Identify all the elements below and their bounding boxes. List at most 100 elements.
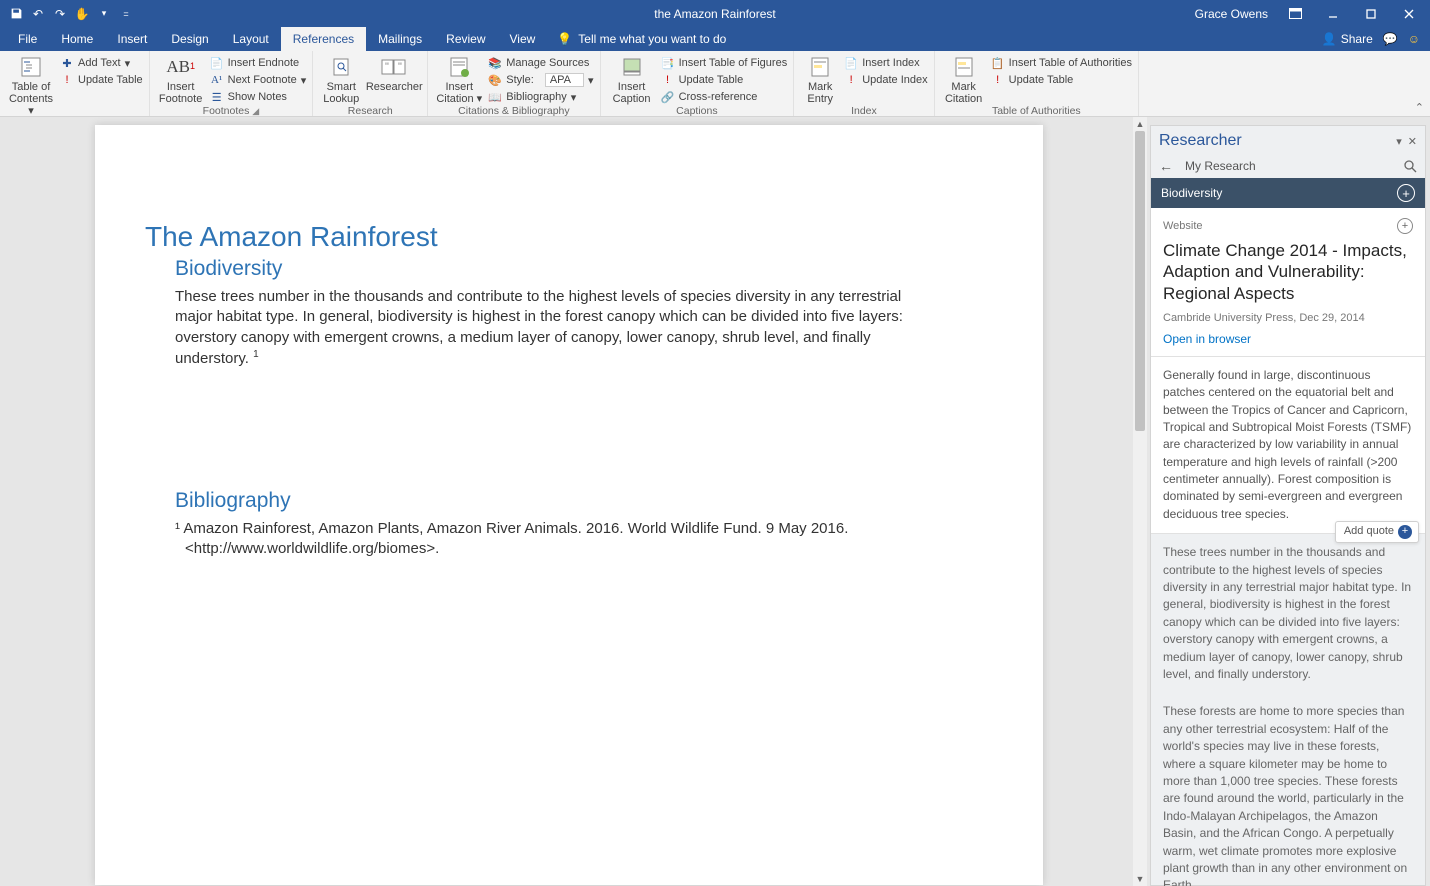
- scroll-down-icon[interactable]: ▼: [1133, 872, 1147, 886]
- manage-sources-button[interactable]: 📚Manage Sources: [488, 55, 593, 71]
- title-bar: ↶ ↷ ✋ ▾ = the Amazon Rainforest Grace Ow…: [0, 0, 1430, 27]
- table-of-contents-button[interactable]: Table of Contents ▾: [6, 53, 56, 117]
- vertical-scrollbar[interactable]: ▲ ▼: [1133, 117, 1147, 886]
- tab-references[interactable]: References: [281, 27, 366, 51]
- insert-toa-button[interactable]: 📋Insert Table of Authorities: [991, 55, 1132, 71]
- comments-icon[interactable]: 💬: [1383, 32, 1398, 46]
- mark-entry-button[interactable]: Mark Entry: [800, 53, 840, 105]
- share-label: Share: [1341, 32, 1373, 46]
- researcher-icon: "": [380, 55, 408, 79]
- crossref-icon: 🔗: [661, 90, 675, 104]
- dialog-launcher-icon[interactable]: ◢: [252, 106, 259, 116]
- cross-reference-button[interactable]: 🔗Cross-reference: [661, 89, 788, 105]
- add-text-label: Add Text: [78, 57, 121, 69]
- ribbon-display-icon[interactable]: [1278, 0, 1312, 27]
- insert-endnote-button[interactable]: 📄 Insert Endnote: [210, 55, 307, 71]
- svg-text:": ": [398, 61, 402, 73]
- maximize-icon[interactable]: [1354, 0, 1388, 27]
- tab-design[interactable]: Design: [159, 27, 220, 51]
- citation-style-select[interactable]: 🎨Style: APA ▾: [488, 72, 593, 88]
- toc-label: Table of Contents: [9, 81, 53, 105]
- my-research-label[interactable]: My Research: [1185, 159, 1391, 173]
- document-page[interactable]: The Amazon Rainforest Biodiversity These…: [95, 125, 1043, 885]
- pane-close-icon[interactable]: ✕: [1408, 135, 1417, 148]
- tab-mailings[interactable]: Mailings: [366, 27, 434, 51]
- svg-text:": ": [385, 61, 389, 73]
- tab-insert[interactable]: Insert: [105, 27, 159, 51]
- insert-index-button[interactable]: 📄Insert Index: [844, 55, 927, 71]
- style-value[interactable]: APA: [545, 73, 584, 87]
- smiley-icon[interactable]: ☺: [1408, 32, 1420, 46]
- smart-lookup-button[interactable]: Smart Lookup: [319, 53, 363, 105]
- insert-tof-label: Insert Table of Figures: [679, 57, 788, 69]
- redo-icon[interactable]: ↷: [50, 4, 70, 24]
- update-index-button[interactable]: !Update Index: [844, 72, 927, 88]
- tab-home[interactable]: Home: [49, 27, 105, 51]
- insert-tof-button[interactable]: 📑Insert Table of Figures: [661, 55, 788, 71]
- lightbulb-icon: 💡: [557, 32, 572, 46]
- citation-line-2: <http://www.worldwildlife.org/biomes>.: [185, 539, 993, 559]
- insert-citation-button[interactable]: Insert Citation ▾: [434, 53, 484, 105]
- qat-customize-icon[interactable]: =: [116, 4, 136, 24]
- update-captions-button[interactable]: !Update Table: [661, 72, 788, 88]
- scroll-up-icon[interactable]: ▲: [1133, 117, 1147, 131]
- excerpt-2: These trees number in the thousands and …: [1151, 534, 1425, 693]
- pane-dropdown-icon[interactable]: ▾: [1396, 135, 1402, 148]
- show-notes-button[interactable]: ☰Show Notes: [210, 89, 307, 105]
- insert-footnote-button[interactable]: AB1 Insert Footnote: [156, 53, 206, 105]
- add-text-button[interactable]: ✚Add Text ▾: [60, 55, 143, 71]
- bibliography-button[interactable]: 📖Bibliography ▾: [488, 89, 593, 105]
- insert-caption-button[interactable]: Insert Caption: [607, 53, 657, 105]
- add-topic-icon[interactable]: +: [1397, 184, 1415, 202]
- add-source-icon[interactable]: +: [1397, 218, 1413, 234]
- next-footnote-label: Next Footnote: [228, 74, 297, 86]
- share-button[interactable]: 👤 Share: [1322, 32, 1373, 46]
- update-toa-button[interactable]: !Update Table: [991, 72, 1132, 88]
- caption-icon: [618, 55, 646, 79]
- insert-index-icon: 📄: [844, 56, 858, 70]
- open-in-browser-link[interactable]: Open in browser: [1163, 332, 1251, 346]
- mark-citation-button[interactable]: Mark Citation: [941, 53, 987, 105]
- insert-endnote-label: Insert Endnote: [228, 57, 300, 69]
- footnote-marker: 1: [253, 349, 259, 360]
- scroll-thumb[interactable]: [1135, 131, 1145, 431]
- back-icon[interactable]: ←: [1159, 158, 1173, 174]
- tab-view[interactable]: View: [498, 27, 548, 51]
- mark-entry-icon: [806, 55, 834, 79]
- qat-dropdown-icon[interactable]: ▾: [94, 4, 114, 24]
- collapse-ribbon-icon[interactable]: ⌃: [1415, 101, 1424, 114]
- tell-me-search[interactable]: 💡 Tell me what you want to do: [547, 27, 736, 51]
- style-label: Style:: [506, 74, 534, 86]
- tab-layout[interactable]: Layout: [221, 27, 281, 51]
- share-icon: 👤: [1322, 32, 1337, 46]
- bibliography-label: Bibliography: [506, 91, 567, 103]
- smart-lookup-icon: [327, 55, 355, 79]
- close-icon[interactable]: [1392, 0, 1426, 27]
- update-icon: !: [661, 73, 675, 87]
- touch-mode-icon[interactable]: ✋: [72, 4, 92, 24]
- doc-body-paragraph: These trees number in the thousands and …: [175, 287, 935, 369]
- researcher-button[interactable]: "" Researcher: [367, 53, 421, 93]
- researcher-nav: ← My Research: [1151, 154, 1425, 178]
- save-icon[interactable]: [6, 4, 26, 24]
- citation-icon: [445, 55, 473, 79]
- next-footnote-button[interactable]: A¹Next Footnote ▾: [210, 72, 307, 88]
- endnote-icon: 📄: [210, 56, 224, 70]
- mark-entry-label: Mark Entry: [800, 81, 840, 105]
- add-text-icon: ✚: [60, 56, 74, 70]
- tab-file[interactable]: File: [6, 27, 49, 51]
- undo-icon[interactable]: ↶: [28, 4, 48, 24]
- add-quote-button[interactable]: Add quote +: [1335, 521, 1419, 543]
- toc-icon: [17, 55, 45, 79]
- footnote-icon: AB1: [167, 55, 195, 79]
- document-area: The Amazon Rainforest Biodiversity These…: [0, 117, 1430, 886]
- tab-review[interactable]: Review: [434, 27, 497, 51]
- manage-sources-label: Manage Sources: [506, 57, 589, 69]
- show-notes-label: Show Notes: [228, 91, 287, 103]
- minimize-icon[interactable]: [1316, 0, 1350, 27]
- user-name[interactable]: Grace Owens: [1189, 7, 1274, 21]
- group-captions: Insert Caption 📑Insert Table of Figures …: [601, 51, 795, 116]
- search-icon[interactable]: [1403, 159, 1417, 173]
- update-toc-button[interactable]: !Update Table: [60, 72, 143, 88]
- doc-h2-bibliography: Bibliography: [175, 489, 993, 513]
